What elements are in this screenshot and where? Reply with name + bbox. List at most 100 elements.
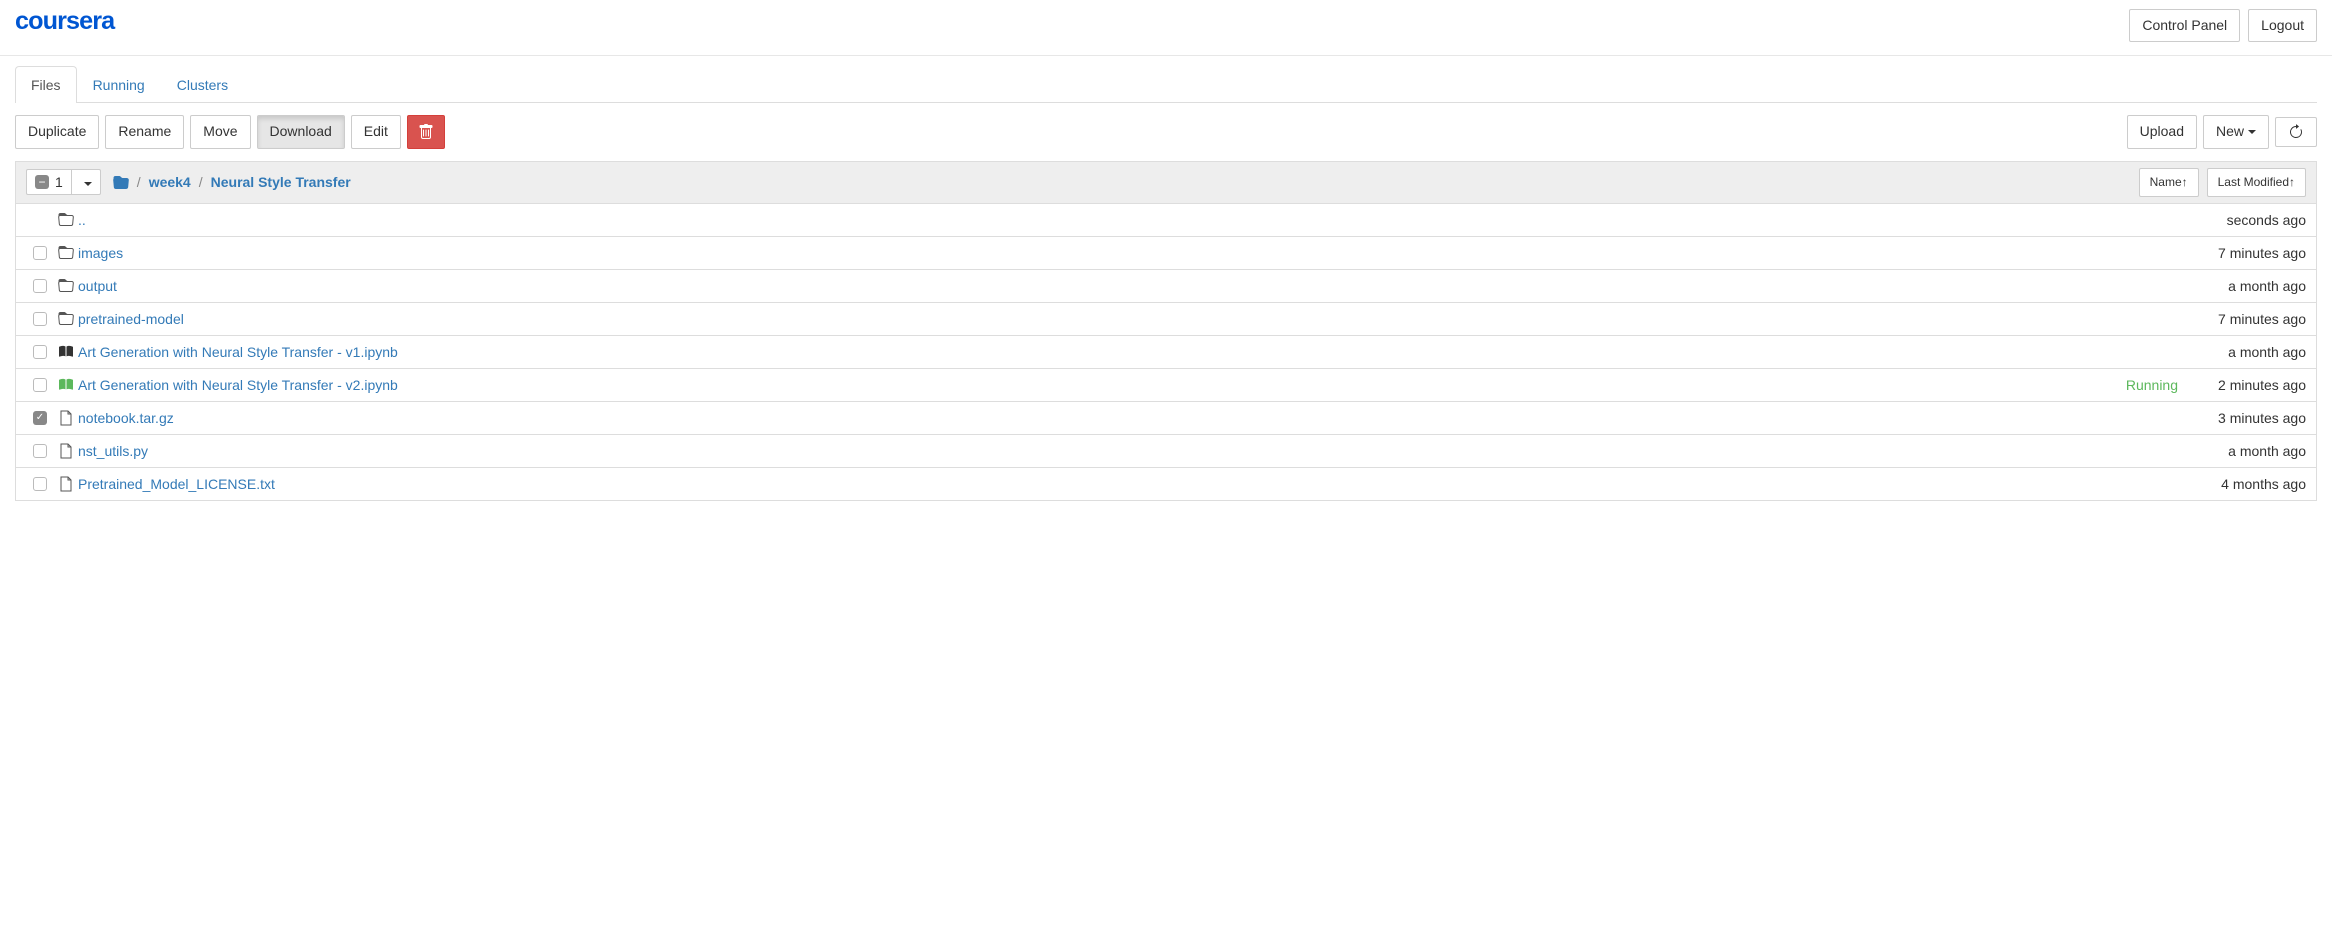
file-link[interactable]: Art Generation with Neural Style Transfe… [78, 344, 398, 360]
header: coursera Control Panel Logout [0, 0, 2332, 56]
file-checkbox[interactable] [26, 312, 54, 326]
tab-clusters[interactable]: Clusters [161, 66, 244, 103]
breadcrumb-item-current[interactable]: Neural Style Transfer [211, 174, 351, 190]
file-checkbox[interactable] [26, 378, 54, 392]
file-name: nst_utils.py [78, 443, 2186, 459]
toolbar: Duplicate Rename Move Download Edit Uplo… [0, 103, 2332, 161]
duplicate-button[interactable]: Duplicate [15, 115, 99, 149]
notebook-running-icon [54, 377, 78, 393]
move-button[interactable]: Move [190, 115, 250, 149]
file-row[interactable]: nst_utils.py a month ago [16, 434, 2316, 467]
arrow-up-icon: ↑ [2289, 174, 2295, 191]
notebook-icon [54, 344, 78, 360]
file-link[interactable]: nst_utils.py [78, 443, 148, 459]
toolbar-left: Duplicate Rename Move Download Edit [15, 115, 445, 149]
file-link[interactable]: images [78, 245, 123, 261]
file-row[interactable]: output a month ago [16, 269, 2316, 302]
file-checkbox[interactable] [26, 246, 54, 260]
tab-bar: Files Running Clusters [15, 66, 2317, 103]
arrow-up-icon: ↑ [2182, 174, 2188, 191]
file-row-parent[interactable]: .. seconds ago [16, 204, 2316, 236]
upload-button[interactable]: Upload [2127, 115, 2197, 149]
file-name: Pretrained_Model_LICENSE.txt [78, 476, 2186, 492]
file-checkbox[interactable] [26, 279, 54, 293]
file-name: Art Generation with Neural Style Transfe… [78, 377, 2126, 393]
refresh-button[interactable] [2275, 117, 2317, 147]
file-link[interactable]: Art Generation with Neural Style Transfe… [78, 377, 398, 393]
file-modified: seconds ago [2186, 212, 2306, 228]
coursera-logo: coursera [15, 8, 195, 43]
chevron-down-icon [2248, 130, 2256, 134]
file-name: images [78, 245, 2186, 261]
chevron-down-icon [84, 182, 92, 186]
file-link[interactable]: output [78, 278, 117, 294]
file-link[interactable]: notebook.tar.gz [78, 410, 174, 426]
file-row[interactable]: images 7 minutes ago [16, 236, 2316, 269]
file-row[interactable]: Art Generation with Neural Style Transfe… [16, 368, 2316, 401]
folder-icon [54, 212, 78, 228]
file-checkbox[interactable] [26, 477, 54, 491]
file-checkbox[interactable] [26, 411, 54, 425]
file-name: Art Generation with Neural Style Transfe… [78, 344, 2186, 360]
edit-button[interactable]: Edit [351, 115, 401, 149]
breadcrumb-separator: / [199, 174, 203, 190]
selection-count: 1 [55, 174, 63, 190]
svg-text:coursera: coursera [15, 8, 116, 35]
breadcrumb-item-week4[interactable]: week4 [149, 174, 191, 190]
folder-icon[interactable] [113, 174, 129, 191]
refresh-icon [2288, 124, 2304, 140]
select-all-group: − 1 [26, 169, 101, 195]
file-link[interactable]: .. [78, 212, 86, 228]
file-name: notebook.tar.gz [78, 410, 2186, 426]
new-button[interactable]: New [2203, 115, 2269, 149]
file-modified: 4 months ago [2186, 476, 2306, 492]
download-button[interactable]: Download [257, 115, 345, 149]
breadcrumb-separator: / [137, 174, 141, 190]
file-modified: 7 minutes ago [2186, 311, 2306, 327]
header-buttons: Control Panel Logout [2129, 9, 2317, 43]
file-row[interactable]: notebook.tar.gz 3 minutes ago [16, 401, 2316, 434]
file-modified: a month ago [2186, 443, 2306, 459]
new-label: New [2216, 122, 2244, 142]
logout-button[interactable]: Logout [2248, 9, 2317, 43]
sort-name-button[interactable]: Name ↑ [2139, 168, 2199, 197]
file-status: Running [2126, 377, 2178, 393]
file-name: .. [78, 212, 2186, 228]
file-icon [54, 476, 78, 492]
folder-icon [54, 311, 78, 327]
delete-button[interactable] [407, 115, 445, 149]
sort-modified-button[interactable]: Last Modified ↑ [2207, 168, 2306, 197]
select-all-checkbox[interactable]: − 1 [27, 170, 72, 194]
control-panel-button[interactable]: Control Panel [2129, 9, 2240, 43]
tab-files[interactable]: Files [15, 66, 77, 103]
file-link[interactable]: pretrained-model [78, 311, 184, 327]
file-modified: a month ago [2186, 278, 2306, 294]
file-name: output [78, 278, 2186, 294]
file-name: pretrained-model [78, 311, 2186, 327]
sort-name-label: Name [2150, 174, 2182, 191]
tab-running[interactable]: Running [77, 66, 161, 103]
file-modified: 3 minutes ago [2186, 410, 2306, 426]
sort-modified-label: Last Modified [2218, 174, 2289, 191]
file-link[interactable]: Pretrained_Model_LICENSE.txt [78, 476, 275, 492]
file-icon [54, 443, 78, 459]
file-checkbox[interactable] [26, 345, 54, 359]
file-row[interactable]: Art Generation with Neural Style Transfe… [16, 335, 2316, 368]
trash-icon [418, 124, 434, 140]
file-row[interactable]: Pretrained_Model_LICENSE.txt 4 months ag… [16, 467, 2316, 500]
folder-icon [54, 245, 78, 261]
select-dropdown[interactable] [72, 170, 100, 194]
file-checkbox[interactable] [26, 444, 54, 458]
breadcrumb: / week4 / Neural Style Transfer [113, 174, 2139, 191]
file-modified: a month ago [2186, 344, 2306, 360]
file-modified: 7 minutes ago [2186, 245, 2306, 261]
folder-icon [54, 278, 78, 294]
rename-button[interactable]: Rename [105, 115, 184, 149]
file-list: .. seconds ago images 7 minutes ago outp… [15, 204, 2317, 501]
file-row[interactable]: pretrained-model 7 minutes ago [16, 302, 2316, 335]
file-icon [54, 410, 78, 426]
minus-icon: − [35, 175, 49, 189]
toolbar-right: Upload New [2127, 115, 2317, 149]
sort-buttons: Name ↑ Last Modified ↑ [2139, 168, 2306, 197]
list-header: − 1 / week4 / Neural Style Transfer Name… [15, 161, 2317, 204]
